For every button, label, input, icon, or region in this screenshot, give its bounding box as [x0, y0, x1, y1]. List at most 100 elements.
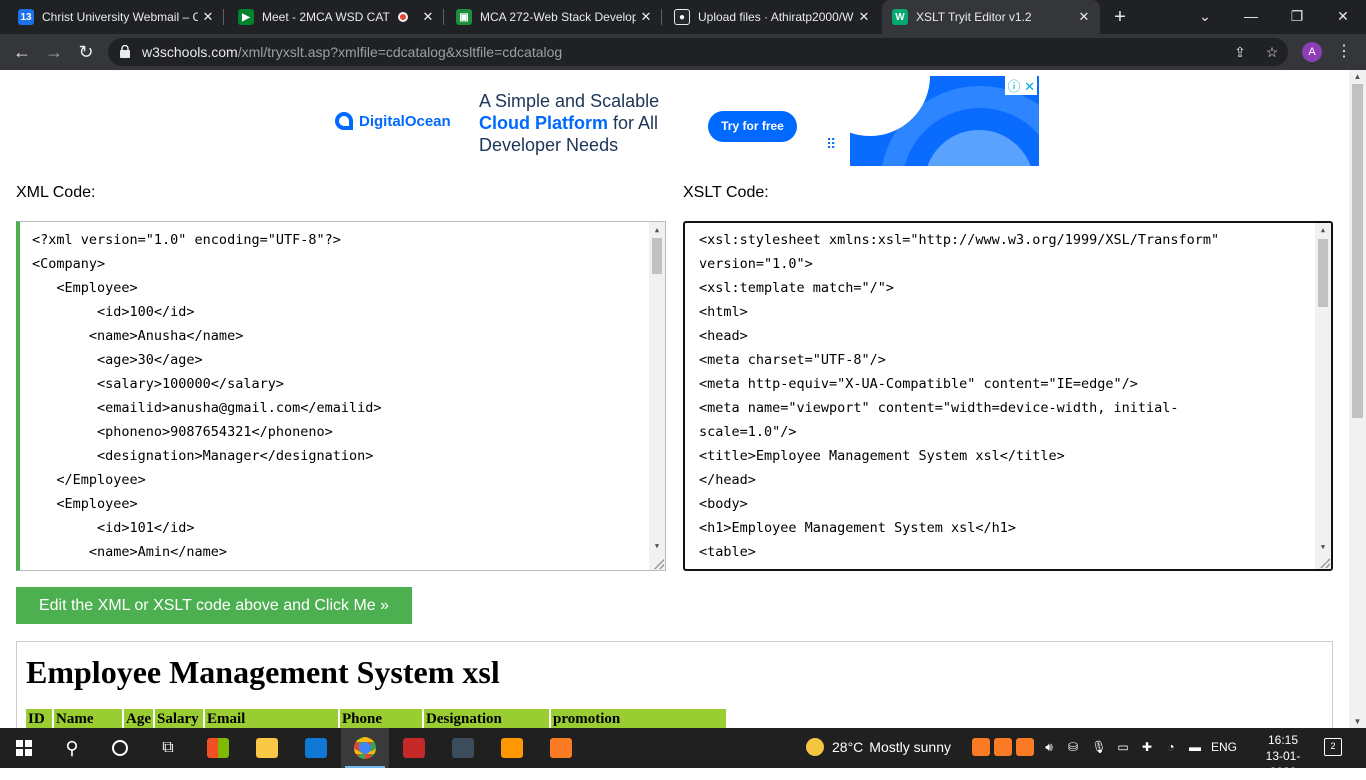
tab-meet[interactable]: ▶ Meet - 2MCA WSD CAT ✕: [228, 0, 444, 34]
code-line: <xsl:stylesheet xmlns:xsl="http://www.w3…: [699, 232, 1220, 248]
scrollbar-thumb[interactable]: [652, 238, 662, 274]
scroll-up-icon[interactable]: ▲: [652, 226, 662, 234]
column-header-id: ID: [26, 709, 52, 728]
lock-icon[interactable]: [120, 45, 130, 58]
weather-temperature: 28°C: [832, 739, 864, 755]
close-icon[interactable]: ✕: [636, 9, 656, 25]
task-view-icon[interactable]: ⧉: [144, 728, 192, 768]
ad-line-3: Developer Needs: [479, 135, 619, 155]
scrollbar-thumb[interactable]: [1352, 84, 1363, 418]
scroll-down-icon[interactable]: ▼: [652, 542, 662, 550]
language-indicator[interactable]: ENG: [1211, 740, 1237, 754]
column-header-email: Email: [205, 709, 338, 728]
more-menu-icon[interactable]: ⋮: [1336, 41, 1352, 63]
code-line: <id>100</id>: [32, 304, 195, 320]
notification-center-icon[interactable]: 2: [1324, 738, 1342, 756]
close-icon[interactable]: ✕: [1074, 9, 1094, 25]
w3schools-icon: W: [892, 9, 908, 25]
network-drive-icon[interactable]: ⛁: [1064, 738, 1082, 756]
tab-search-icon[interactable]: ⌄: [1182, 0, 1228, 34]
share-icon[interactable]: ⇪: [1232, 44, 1248, 60]
xampp-tray-icon[interactable]: [972, 738, 990, 756]
code-line: <phoneno>9087654321</phoneno>: [32, 424, 333, 440]
code-line: <name>Anusha</name>: [32, 328, 244, 344]
resize-grip-icon[interactable]: [654, 559, 664, 569]
chrome-icon[interactable]: [341, 728, 389, 768]
profile-avatar[interactable]: A: [1302, 42, 1322, 62]
tab-github[interactable]: ● Upload files · Athiratp2000/W ✕: [664, 0, 880, 34]
page-scrollbar[interactable]: ▲ ▼: [1349, 70, 1366, 728]
scroll-down-icon[interactable]: ▼: [1353, 717, 1362, 726]
column-header-salary: Salary: [155, 709, 203, 728]
minimize-button[interactable]: —: [1228, 0, 1274, 34]
address-toolbar: ← → ↻ w3schools.com/xml/tryxslt.asp?xmlf…: [0, 34, 1366, 70]
address-bar[interactable]: w3schools.com/xml/tryxslt.asp?xmlfile=cd…: [108, 38, 1288, 66]
store-tile: [207, 738, 229, 758]
code-line: <designation>Manager</designation>: [32, 448, 374, 464]
url-host: w3schools.com: [142, 44, 238, 60]
cortana-icon[interactable]: [96, 728, 144, 768]
xslt-code-editor[interactable]: <xsl:stylesheet xmlns:xsl="http://www.w3…: [683, 221, 1333, 571]
ad-choices-icon[interactable]: ⓘ ✕: [1005, 76, 1037, 95]
google-meet-icon: ▶: [238, 9, 254, 25]
scroll-up-icon[interactable]: ▲: [1318, 226, 1328, 234]
tab-classroom[interactable]: ▣ MCA 272-Web Stack Develop ✕: [446, 0, 662, 34]
reload-button[interactable]: ↻: [74, 41, 98, 63]
xampp-tray-icon[interactable]: [994, 738, 1012, 756]
run-button[interactable]: Edit the XML or XSLT code above and Clic…: [16, 587, 412, 624]
forward-button[interactable]: →: [42, 41, 66, 63]
tab-xslt-tryit[interactable]: W XSLT Tryit Editor v1.2 ✕: [882, 0, 1100, 34]
search-icon[interactable]: ⚲: [48, 728, 96, 768]
sublime-text-icon[interactable]: [488, 728, 536, 768]
advertisement-banner[interactable]: DigitalOcean A Simple and Scalable Cloud…: [320, 76, 1039, 166]
speaker-icon[interactable]: 🔊︎: [1040, 738, 1058, 756]
code-line: <title>Employee Management System xsl</t…: [699, 448, 1065, 464]
system-clock[interactable]: 16:15 13-01-2022: [1256, 732, 1310, 780]
turbo-c-icon[interactable]: [390, 728, 438, 768]
ad-cta-button[interactable]: Try for free: [708, 111, 797, 142]
mysql-workbench-icon[interactable]: [439, 728, 487, 768]
windows-logo-icon: [16, 740, 32, 756]
settings-icon[interactable]: ✚: [1138, 738, 1156, 756]
close-icon[interactable]: ✕: [854, 9, 874, 25]
xampp-tray-icon[interactable]: [1016, 738, 1034, 756]
cortana-ring: [112, 740, 128, 756]
xampp-icon[interactable]: [537, 728, 585, 768]
back-button[interactable]: ←: [10, 41, 34, 63]
wifi-icon[interactable]: ◔: [1162, 738, 1180, 756]
close-icon[interactable]: ✕: [418, 9, 438, 25]
new-tab-button[interactable]: +: [1108, 5, 1132, 29]
xml-code-editor[interactable]: <?xml version="1.0" encoding="UTF-8"?> <…: [16, 221, 666, 571]
restore-button[interactable]: ❐: [1274, 0, 1320, 34]
code-line: <head>: [699, 328, 748, 344]
code-line: <xsl:template match="/">: [699, 280, 895, 296]
weather-widget[interactable]: 28°C Mostly sunny: [806, 738, 951, 756]
ad-line-2-rest: for All: [608, 113, 659, 133]
xml-editor-scrollbar[interactable]: ▲ ▼: [649, 222, 665, 570]
battery-icon[interactable]: ▭: [1114, 738, 1132, 756]
url-path: /xml/tryxslt.asp?xmlfile=cdcatalog&xsltf…: [237, 44, 563, 60]
microphone-icon[interactable]: 🎙︎: [1090, 738, 1108, 756]
microsoft-store-icon[interactable]: [194, 728, 242, 768]
display-icon[interactable]: ▬: [1186, 738, 1204, 756]
column-header-promotion: promotion: [551, 709, 726, 728]
column-header-name: Name: [54, 709, 122, 728]
code-line: <Company>: [32, 256, 106, 272]
scroll-up-icon[interactable]: ▲: [1353, 72, 1362, 81]
tab-strip: 13 Christ University Webmail – C ✕ ▶ Mee…: [0, 0, 1366, 34]
scrollbar-thumb[interactable]: [1318, 239, 1328, 307]
file-explorer-icon[interactable]: [243, 728, 291, 768]
tab-webmail[interactable]: 13 Christ University Webmail – C ✕: [8, 0, 224, 34]
resize-grip-icon[interactable]: [1320, 558, 1330, 568]
xslt-editor-scrollbar[interactable]: ▲ ▼: [1315, 223, 1331, 569]
close-icon[interactable]: ✕: [198, 9, 218, 25]
recording-icon: [398, 12, 408, 22]
scroll-down-icon[interactable]: ▼: [1318, 543, 1328, 551]
result-frame: Employee Management System xsl ID Name A…: [16, 641, 1333, 728]
close-window-button[interactable]: ✕: [1320, 0, 1366, 34]
ad-brand: DigitalOcean: [359, 112, 451, 130]
start-button[interactable]: [0, 728, 48, 768]
mail-icon[interactable]: [292, 728, 340, 768]
sun-icon: [806, 738, 824, 756]
bookmark-star-icon[interactable]: ☆: [1264, 44, 1280, 60]
